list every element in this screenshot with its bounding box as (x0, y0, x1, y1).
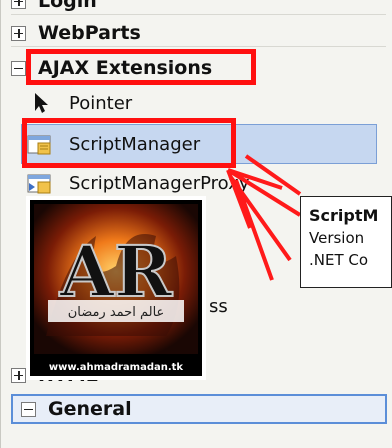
watermark-logo: AR عالم احمد رمضان www.ahmadramadan.tk (26, 196, 206, 380)
tooltip-framework: .NET Co (309, 251, 369, 269)
svg-text:عالم احمد رمضان: عالم احمد رمضان (68, 305, 165, 320)
tooltip-version: Version (309, 229, 365, 247)
svg-text:www.ahmadramadan.tk: www.ahmadramadan.tk (49, 362, 184, 373)
tooltip-title: ScriptM (309, 206, 379, 225)
item-tooltip: ScriptM Version .NET Co (300, 196, 392, 288)
